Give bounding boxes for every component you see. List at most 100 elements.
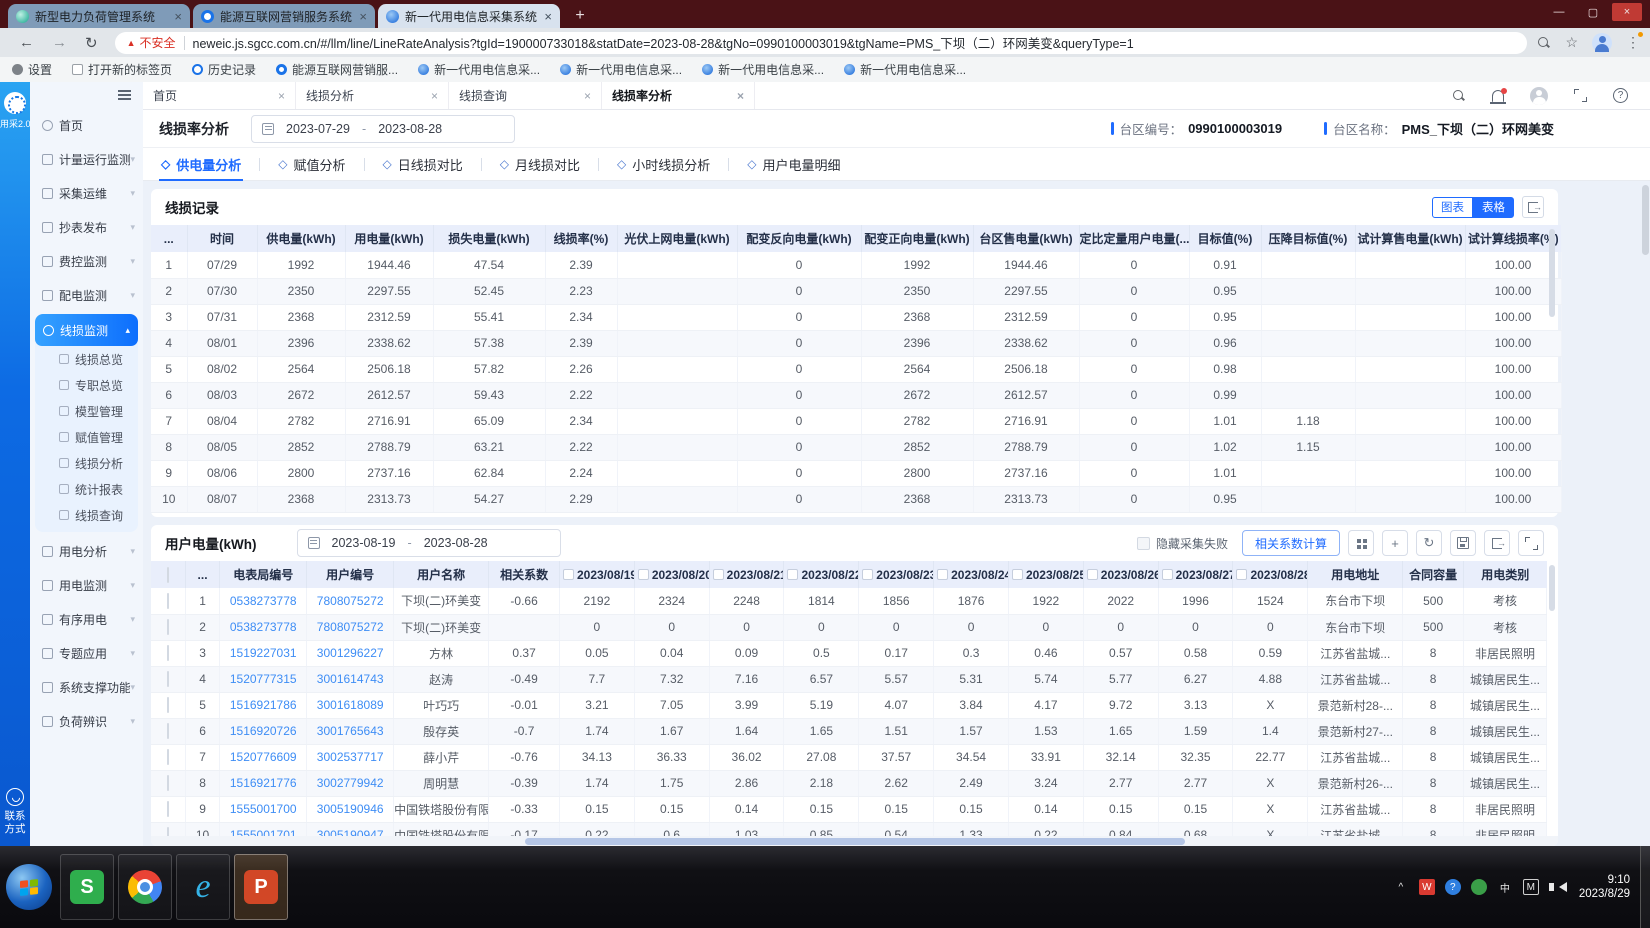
table-row[interactable]: 915550017003005190946中国铁塔股份有限-0.330.150.…	[151, 796, 1547, 822]
user-avatar[interactable]	[1530, 87, 1548, 105]
bookmark-item[interactable]: 历史记录	[192, 61, 256, 78]
bookmark-item[interactable]: 打开新的标签页	[72, 61, 172, 78]
browser-tab[interactable]: 新型电力负荷管理系统×	[8, 4, 190, 28]
user-no-link[interactable]: 7808075272	[317, 594, 384, 608]
row-checkbox[interactable]	[167, 645, 169, 661]
table-row[interactable]: 608/0326722612.5759.432.22026722612.5700…	[151, 382, 1561, 408]
date-column-checkbox[interactable]	[1162, 569, 1173, 580]
browser-tab[interactable]: 新一代用电信息采集系统×	[378, 4, 560, 28]
date-column-checkbox[interactable]	[1012, 569, 1023, 580]
workspace-tab-线损率分析[interactable]: 线损率分析×	[602, 82, 755, 109]
sidebar-item-用电监测[interactable]: 用电监测▾	[30, 568, 143, 602]
back-icon[interactable]: ←	[19, 34, 34, 51]
user-no-link[interactable]: 3005190946	[317, 802, 384, 816]
row-checkbox[interactable]	[167, 593, 169, 609]
table-row[interactable]: 815169217763002779942周明慧-0.391.741.752.8…	[151, 770, 1547, 796]
sidebar-subitem-线损分析[interactable]: 线损分析	[35, 450, 138, 476]
sidebar-subitem-线损查询[interactable]: 线损查询	[35, 502, 138, 528]
workspace-tab-线损查询[interactable]: 线损查询×	[449, 82, 602, 109]
sidebar-item-用电分析[interactable]: 用电分析▾	[30, 534, 143, 568]
export-button[interactable]	[1484, 530, 1510, 556]
sidebar-subitem-赋值管理[interactable]: 赋值管理	[35, 424, 138, 450]
table-row[interactable]: 708/0427822716.9165.092.34027822716.9101…	[151, 408, 1561, 434]
volume-icon[interactable]	[1549, 882, 1565, 892]
meter-no-link[interactable]: 0538273778	[230, 620, 297, 634]
user-no-link[interactable]: 3002779942	[317, 776, 384, 790]
show-desktop-button[interactable]	[1640, 846, 1650, 928]
sidebar-item-采集运维[interactable]: 采集运维▾	[30, 176, 143, 210]
url-input[interactable]: ▲ 不安全 neweic.js.sgcc.com.cn/#/llm/line/L…	[115, 32, 1528, 54]
sidebar-item-抄表发布[interactable]: 抄表发布▾	[30, 210, 143, 244]
user-date-end[interactable]: 2023-08-28	[420, 536, 492, 550]
tray-wps-icon[interactable]: W	[1419, 879, 1435, 895]
tray-caret-icon[interactable]: ^	[1393, 879, 1409, 895]
subtab-赋值分析[interactable]: ◇赋值分析	[276, 148, 347, 181]
bookmark-item[interactable]: 新一代用电信息采...	[844, 61, 966, 78]
search-icon[interactable]	[1537, 36, 1551, 50]
user-no-link[interactable]: 7808075272	[317, 620, 384, 634]
start-button[interactable]	[6, 864, 52, 910]
sidebar-item-计量运行监测[interactable]: 计量运行监测▾	[30, 142, 143, 176]
taskbar-ie-button[interactable]: e	[176, 854, 230, 920]
bookmark-item[interactable]: 新一代用电信息采...	[702, 61, 824, 78]
page-scrollbar-thumb[interactable]	[1642, 185, 1649, 255]
table-row[interactable]: 808/0528522788.7963.212.22028522788.7901…	[151, 434, 1561, 460]
sidebar-item-专题应用[interactable]: 专题应用▾	[30, 636, 143, 670]
table-row[interactable]: 315192270313001296227方林0.370.050.040.090…	[151, 640, 1547, 666]
ime-language-icon[interactable]: 中	[1497, 879, 1513, 895]
meter-no-link[interactable]: 1520777315	[230, 672, 297, 686]
user-no-link[interactable]: 3001296227	[317, 646, 384, 660]
search-icon[interactable]	[1452, 89, 1466, 103]
user-no-link[interactable]: 3001618089	[317, 698, 384, 712]
meter-no-link[interactable]: 1516920726	[230, 724, 297, 738]
sidebar-item-首页[interactable]: 首页	[30, 108, 143, 142]
meter-no-link[interactable]: 0538273778	[230, 594, 297, 608]
subtab-小时线损分析[interactable]: ◇小时线损分析	[615, 148, 712, 181]
table-row[interactable]: 715207766093002537717薛小芹-0.7634.1336.333…	[151, 744, 1547, 770]
date-column-checkbox[interactable]	[638, 569, 649, 580]
date-column-checkbox[interactable]	[1087, 569, 1098, 580]
tab-close-icon[interactable]: ×	[174, 9, 182, 24]
date-column-checkbox[interactable]	[937, 569, 948, 580]
sidebar-subitem-线损总览[interactable]: 线损总览	[35, 346, 138, 372]
user-no-link[interactable]: 3002537717	[317, 750, 384, 764]
contact-block[interactable]: 联系 方式	[0, 788, 30, 836]
browser-menu-icon[interactable]: ⋮	[1626, 34, 1640, 51]
hide-failed-checkbox[interactable]	[1137, 537, 1150, 550]
user-no-link[interactable]: 3001614743	[317, 672, 384, 686]
sidebar-item-费控监测[interactable]: 费控监测▾	[30, 244, 143, 278]
tab-close-icon[interactable]: ×	[359, 9, 367, 24]
meter-no-link[interactable]: 1555001700	[230, 802, 297, 816]
table-row[interactable]: 207/3023502297.5552.452.23023502297.5500…	[151, 278, 1561, 304]
notification-bell-icon[interactable]	[1492, 90, 1504, 102]
meter-no-link[interactable]: 1520776609	[230, 750, 297, 764]
bookmark-item[interactable]: 新一代用电信息采...	[418, 61, 540, 78]
correlation-calc-button[interactable]: 相关系数计算	[1242, 530, 1340, 556]
table-row[interactable]: 205382737787808075272下坝(二)环美变0000000000东…	[151, 614, 1547, 640]
tab-close-icon[interactable]: ×	[544, 9, 552, 24]
browser-profile-avatar[interactable]	[1592, 33, 1612, 53]
fullscreen-button[interactable]	[1518, 530, 1544, 556]
meter-no-link[interactable]: 1519227031	[230, 646, 297, 660]
refresh-button[interactable]: ↻	[1416, 530, 1442, 556]
bookmark-item[interactable]: 新一代用电信息采...	[560, 61, 682, 78]
bookmark-item[interactable]: 设置	[12, 61, 52, 78]
add-button[interactable]: +	[1382, 530, 1408, 556]
row-checkbox[interactable]	[167, 749, 169, 765]
bookmark-star-icon[interactable]: ☆	[1565, 34, 1578, 51]
sidebar-item-配电监测[interactable]: 配电监测▾	[30, 278, 143, 312]
date-start[interactable]: 2023-07-29	[282, 122, 354, 136]
user-date-range-picker[interactable]: 2023-08-19 - 2023-08-28	[297, 529, 561, 557]
sidebar-item-系统支撑功能[interactable]: 系统支撑功能▾	[30, 670, 143, 704]
row-checkbox[interactable]	[167, 671, 169, 687]
main-date-range-picker[interactable]: 2023-07-29 - 2023-08-28	[251, 115, 515, 143]
tray-status-icon[interactable]	[1471, 879, 1487, 895]
row-checkbox[interactable]	[167, 619, 169, 635]
table-row[interactable]: 908/0628002737.1662.842.24028002737.1601…	[151, 460, 1561, 486]
sidebar-subitem-专职总览[interactable]: 专职总览	[35, 372, 138, 398]
subtab-月线损对比[interactable]: ◇月线损对比	[498, 148, 582, 181]
minimize-button[interactable]: —	[1544, 3, 1574, 21]
select-all-checkbox[interactable]	[167, 567, 169, 583]
taskbar-chrome-button[interactable]	[118, 854, 172, 920]
ime-mode-icon[interactable]: M	[1523, 879, 1539, 895]
